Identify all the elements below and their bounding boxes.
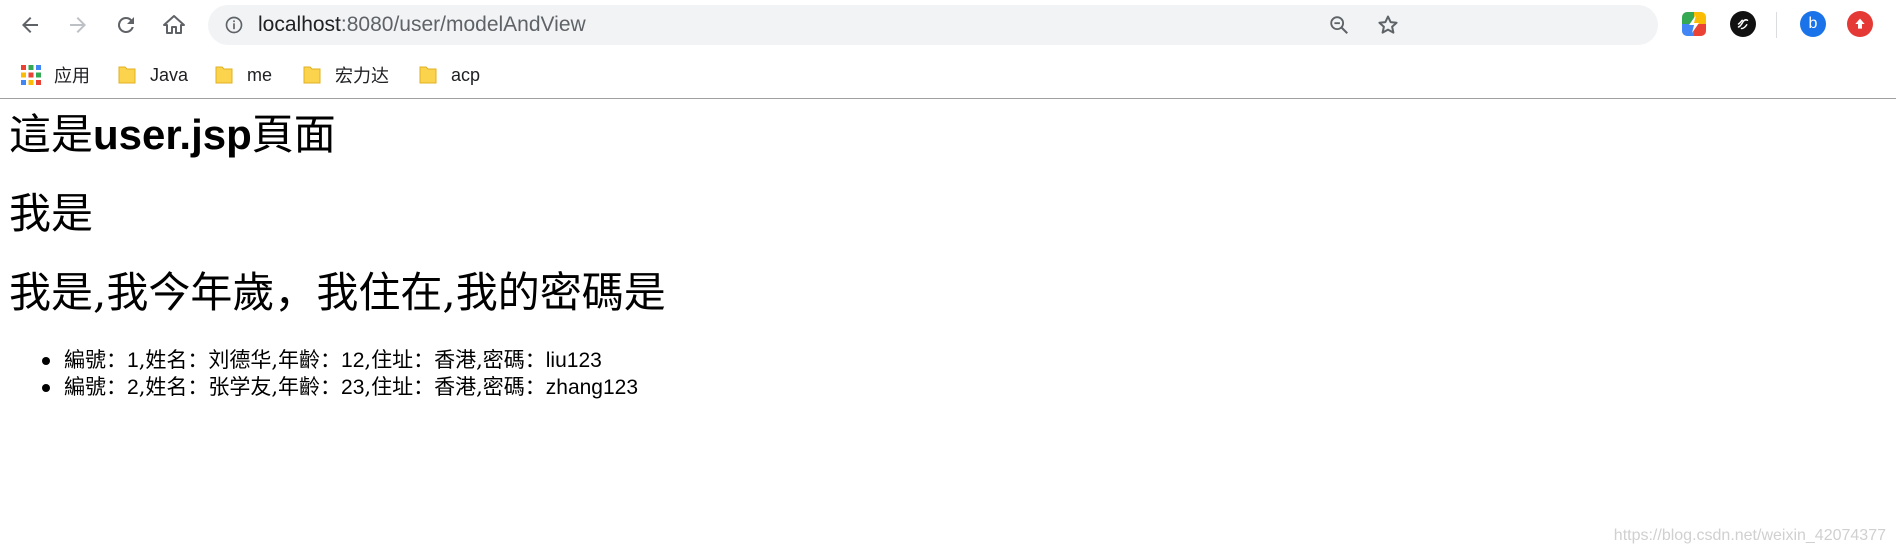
- greeting-line: 我是: [9, 189, 94, 238]
- toolbar-divider: [1776, 12, 1777, 38]
- bookmark-honglida[interactable]: 宏力达: [301, 62, 389, 88]
- bookmark-label: acp: [451, 64, 481, 85]
- extension-b-icon[interactable]: b: [1800, 11, 1826, 37]
- extension-colorful-icon[interactable]: [1682, 12, 1706, 36]
- zoom-out-icon[interactable]: [1328, 14, 1350, 36]
- url-path: :8080/user/modelAndView: [340, 13, 586, 36]
- arrow-left-icon: [22, 17, 38, 33]
- bookmark-label: Java: [150, 64, 189, 85]
- bookmark-label: 应用: [54, 66, 90, 86]
- bookmark-star-icon[interactable]: [1376, 13, 1400, 37]
- apps-grid-icon: [21, 65, 41, 85]
- reload-icon: [117, 16, 134, 33]
- forward-button[interactable]: [60, 7, 96, 43]
- info-icon[interactable]: [224, 15, 244, 35]
- arrow-right-icon: [70, 17, 86, 33]
- bookmarks-bar: 应用 Java me 宏力达 acp: [0, 52, 1896, 98]
- list-item: 編號：1,姓名：刘德华,年齡：12,住址：香港,密碼：liu123: [9, 347, 638, 374]
- reload-button[interactable]: [108, 7, 144, 43]
- home-button[interactable]: [156, 7, 192, 43]
- url-text[interactable]: localhost:8080/user/modelAndView: [258, 14, 586, 36]
- extension-dark-icon[interactable]: [1730, 11, 1756, 37]
- extension-upload-icon[interactable]: [1847, 11, 1873, 37]
- bookmark-label: 宏力达: [335, 66, 389, 86]
- heading-suffix: 頁面: [251, 110, 336, 159]
- bookmark-acp[interactable]: acp: [417, 62, 480, 88]
- watermark: https://blog.csdn.net/weixin_42074377: [1613, 527, 1886, 544]
- home-icon: [163, 15, 185, 34]
- user-list: 編號：1,姓名：刘德华,年齡：12,住址：香港,密碼：liu123 編號：2,姓…: [9, 347, 638, 401]
- address-bar[interactable]: localhost:8080/user/modelAndView: [208, 5, 1658, 45]
- browser-toolbar: localhost:8080/user/modelAndView b: [0, 0, 1896, 50]
- chrome-divider: [0, 98, 1896, 99]
- bookmark-me[interactable]: me: [213, 62, 272, 88]
- info-line: 我是,我今年歲，我住在,我的密碼是: [9, 268, 666, 317]
- bookmark-apps[interactable]: 应用: [20, 62, 90, 88]
- folder-icon: [118, 66, 136, 84]
- url-host: localhost: [258, 13, 341, 36]
- folder-icon: [215, 66, 233, 84]
- folder-icon: [419, 66, 437, 84]
- list-item: 編號：2,姓名：张学友,年齡：23,住址：香港,密碼：zhang123: [9, 374, 638, 401]
- bookmark-label: me: [247, 64, 273, 85]
- bookmark-java[interactable]: Java: [116, 62, 188, 88]
- heading-filename: user.jsp: [93, 111, 252, 158]
- heading-prefix: 這是: [9, 110, 94, 159]
- folder-icon: [303, 66, 321, 84]
- page-heading: 這是user.jsp頁面: [9, 111, 336, 159]
- back-button[interactable]: [12, 7, 48, 43]
